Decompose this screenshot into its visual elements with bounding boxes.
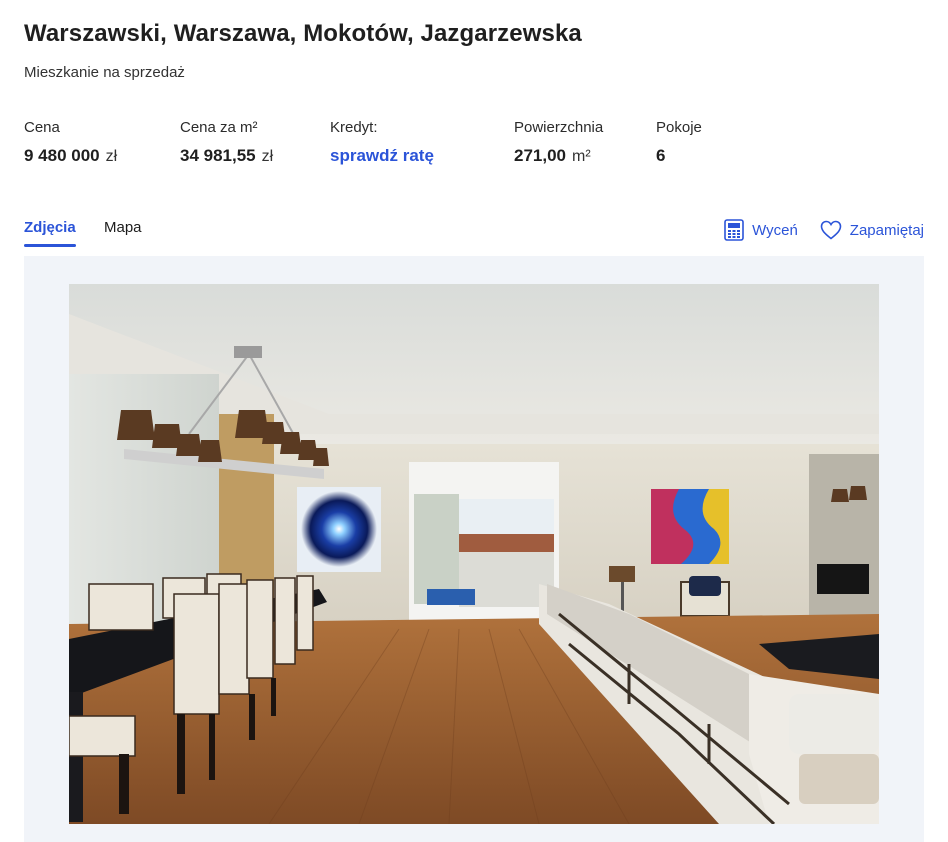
fact-credit: Kredyt: sprawdź ratę bbox=[330, 119, 434, 166]
living-room-photo bbox=[69, 284, 879, 824]
price-label: Cena bbox=[24, 119, 60, 136]
heart-icon bbox=[820, 220, 842, 240]
tab-photos[interactable]: Zdjęcia bbox=[24, 219, 76, 247]
save-label: Zapamiętaj bbox=[849, 221, 924, 239]
listing-subtitle: Mieszkanie na sprzedaż bbox=[24, 64, 185, 81]
price-per-m2-value: 34 981,55 zł bbox=[180, 146, 274, 165]
rooms-label: Pokoje bbox=[656, 119, 702, 136]
valuate-label: Wyceń bbox=[752, 221, 798, 239]
valuate-button[interactable]: Wyceń bbox=[724, 219, 798, 241]
fact-rooms: Pokoje 6 bbox=[656, 119, 702, 166]
listing-photo[interactable] bbox=[69, 284, 879, 824]
price-value: 9 480 000 zł bbox=[24, 146, 118, 165]
area-label: Powierzchnia bbox=[514, 119, 604, 136]
tab-map[interactable]: Mapa bbox=[104, 219, 142, 236]
media-tabs: Zdjęcia Mapa Wyceń Zapamiętaj bbox=[24, 219, 924, 251]
fact-price-per-m2: Cena za m² 34 981,55 zł bbox=[180, 119, 273, 166]
rooms-value: 6 bbox=[656, 146, 666, 165]
calculator-icon bbox=[724, 219, 744, 241]
credit-label: Kredyt: bbox=[330, 119, 378, 136]
listing-title: Warszawski, Warszawa, Mokotów, Jazgarzew… bbox=[24, 20, 582, 47]
fact-area: Powierzchnia 271,00 m² bbox=[514, 119, 603, 166]
photo-gallery bbox=[24, 256, 924, 842]
save-button[interactable]: Zapamiętaj bbox=[820, 220, 924, 240]
fact-price: Cena 9 480 000 zł bbox=[24, 119, 117, 166]
listing-actions: Wyceń Zapamiętaj bbox=[702, 219, 924, 241]
key-facts: Cena 9 480 000 zł Cena za m² 34 981,55 zł … bbox=[0, 119, 948, 179]
check-rate-link[interactable]: sprawdź ratę bbox=[330, 146, 434, 166]
area-value: 271,00 m² bbox=[514, 146, 591, 165]
price-per-m2-label: Cena za m² bbox=[180, 119, 258, 136]
